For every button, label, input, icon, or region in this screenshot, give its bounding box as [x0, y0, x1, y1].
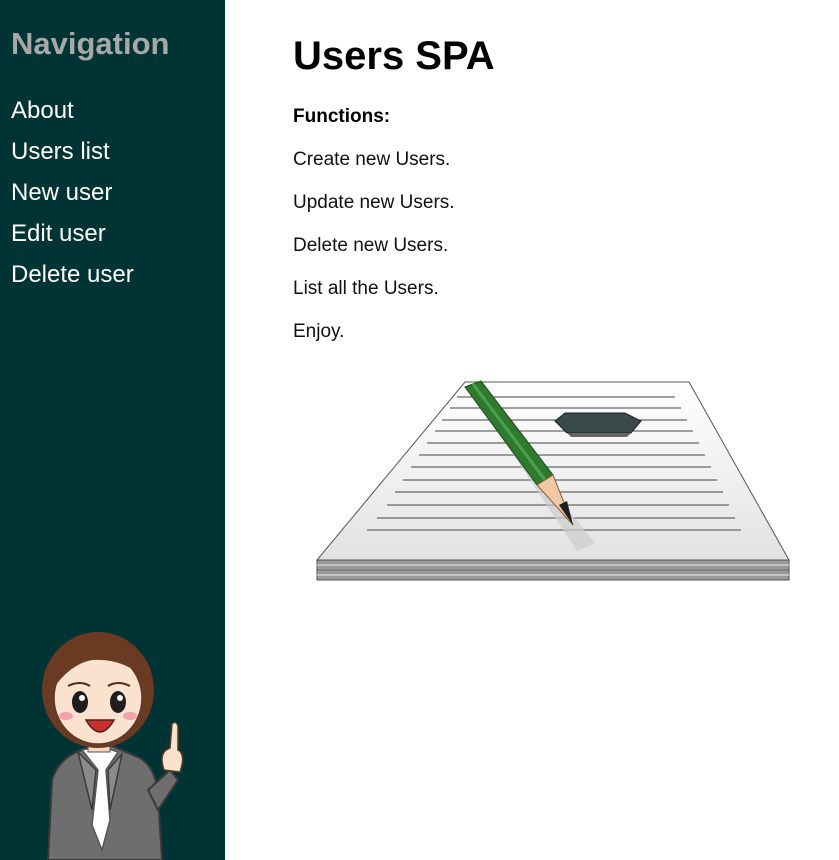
- users-list-link[interactable]: Users list: [11, 138, 110, 165]
- main-content: Users SPA Functions: Create new Users. U…: [293, 0, 833, 860]
- sidebar-item-users-list: Users list: [11, 137, 134, 178]
- function-line: Delete new Users.: [293, 235, 449, 256]
- edit-user-link[interactable]: Edit user: [11, 220, 106, 247]
- nav-title: Navigation: [11, 26, 170, 61]
- function-line: Create new Users.: [293, 149, 451, 170]
- functions-label: Functions:: [293, 106, 391, 127]
- function-line: List all the Users.: [293, 278, 439, 299]
- paper-pencil-illustration: [315, 380, 790, 581]
- about-link[interactable]: About: [11, 97, 74, 124]
- sidebar-item-delete-user: Delete user: [11, 260, 134, 301]
- function-line: Enjoy.: [293, 321, 345, 342]
- sidebar: Navigation About Users list New user Edi…: [0, 0, 225, 860]
- function-line: Update new Users.: [293, 192, 455, 213]
- sidebar-item-new-user: New user: [11, 178, 134, 219]
- sidebar-item-about: About: [11, 96, 134, 137]
- delete-user-link[interactable]: Delete user: [11, 261, 134, 288]
- sidebar-item-edit-user: Edit user: [11, 219, 134, 260]
- businesswoman-illustration: [42, 632, 184, 860]
- nav-list: About Users list New user Edit user Dele…: [11, 96, 134, 301]
- page-title: Users SPA: [293, 34, 495, 78]
- new-user-link[interactable]: New user: [11, 179, 112, 206]
